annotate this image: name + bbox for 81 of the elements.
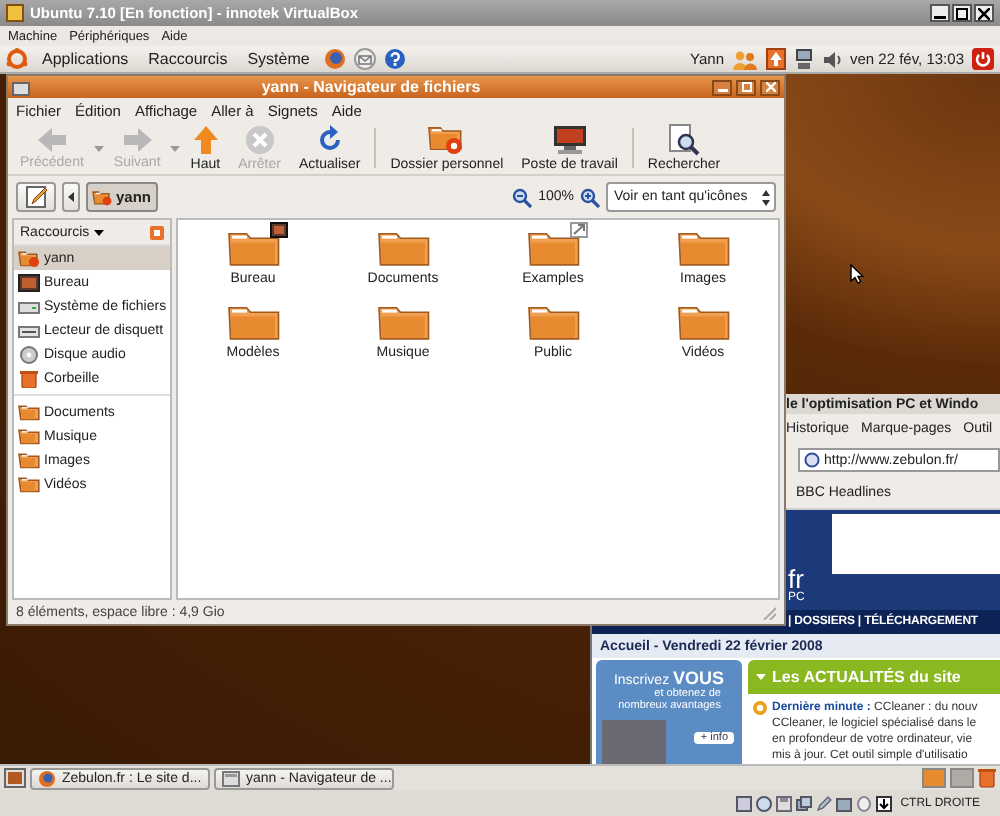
folder-icon [227, 302, 279, 342]
maximize-button[interactable] [952, 4, 972, 22]
network-icon [796, 795, 813, 811]
disc-icon [756, 795, 773, 811]
folder-icon [18, 427, 40, 445]
up-arrow-icon [191, 124, 220, 156]
edit-icon [25, 186, 47, 208]
close-icon[interactable] [150, 225, 164, 239]
folder-icon [527, 302, 579, 342]
folder-icon [377, 228, 429, 268]
folder-icon [527, 228, 579, 268]
globe-icon[interactable] [323, 48, 346, 70]
left-caret-icon [68, 192, 74, 202]
left-arrow-icon [35, 126, 68, 154]
keyboard-capture-icon [876, 795, 893, 811]
home-folder-icon [92, 189, 112, 205]
close-icon [765, 82, 775, 92]
globe-icon [38, 769, 56, 787]
panel-menu[interactable]: Applications [36, 50, 135, 68]
caret-icon [93, 229, 104, 235]
close-button[interactable] [974, 4, 994, 22]
home-folder-icon [428, 124, 465, 156]
monitor-icon [551, 124, 588, 156]
maximize-icon [741, 82, 751, 92]
workspace-switcher[interactable] [950, 768, 974, 788]
panel-menu[interactable]: Système [241, 50, 316, 68]
sun-icon [752, 699, 768, 716]
search-icon [667, 124, 700, 156]
close-button[interactable] [760, 79, 780, 95]
workspace-switcher[interactable] [922, 768, 946, 788]
maximize-icon [956, 7, 968, 19]
section-header: Les ACTUALITÉS du site [748, 660, 1000, 694]
stop-icon [243, 124, 276, 156]
maximize-button[interactable] [736, 79, 756, 95]
home-folder-icon [18, 249, 40, 267]
folder-icon [18, 475, 40, 493]
drive-icon [18, 297, 40, 315]
minimize-button[interactable] [930, 4, 950, 22]
app-icon [6, 4, 24, 22]
updown-icon [762, 189, 770, 205]
close-icon [978, 7, 990, 19]
logo-text: fr [788, 566, 806, 592]
desktop-emblem-icon [269, 222, 287, 238]
power-icon[interactable] [972, 48, 994, 70]
zoom-out-icon[interactable] [512, 187, 533, 207]
desktop-icon [18, 273, 40, 291]
help-icon[interactable] [383, 48, 406, 70]
network-icon[interactable] [794, 48, 814, 70]
site-icon [804, 452, 820, 468]
folder-icon [227, 228, 279, 268]
folder-icon [377, 302, 429, 342]
speaker-icon[interactable] [822, 49, 842, 69]
photo-placeholder [602, 720, 666, 764]
folder-icon [18, 403, 40, 421]
trash-icon[interactable] [978, 768, 996, 788]
floppy-drive-icon [18, 321, 40, 339]
update-icon[interactable] [766, 48, 786, 70]
folder-icon [677, 302, 729, 342]
folder-icon [836, 795, 853, 811]
scroll-left-button[interactable] [62, 182, 80, 212]
drive-icon [12, 79, 30, 95]
disc-icon [18, 345, 40, 363]
edit-location-button[interactable] [16, 182, 56, 212]
floppy-icon [776, 795, 793, 811]
folder-icon [18, 451, 40, 469]
caret-icon [756, 673, 766, 680]
window-title: yann - Navigateur de fichiers [259, 78, 483, 96]
ubuntu-logo-icon[interactable] [6, 48, 28, 70]
resize-grip-icon [762, 605, 776, 619]
users-icon[interactable] [732, 49, 758, 69]
pen-icon [816, 795, 833, 811]
right-arrow-icon [121, 126, 154, 154]
mouse-pointer-icon [850, 264, 864, 284]
panel-menu[interactable]: Raccourcis [142, 50, 234, 68]
zoom-in-icon[interactable] [580, 187, 600, 207]
trash-icon [18, 369, 40, 387]
show-desktop-icon[interactable] [4, 768, 26, 788]
folder-icon [677, 228, 729, 268]
minimize-button[interactable] [712, 79, 732, 95]
mail-icon[interactable] [353, 48, 376, 70]
mouse-icon [856, 795, 873, 811]
